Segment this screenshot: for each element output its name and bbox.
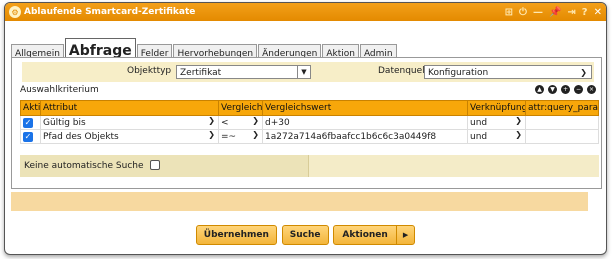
col-aktiv[interactable]: Aktiv: [20, 100, 41, 116]
chevron-right-icon[interactable]: ▶: [395, 226, 414, 244]
verknuepfung-value: und: [470, 117, 488, 128]
window-title: Ablaufende Smartcard-Zertifikate: [24, 7, 196, 17]
attribut-value: Pfad des Objekts: [43, 131, 119, 142]
verknuepfung-value: und: [470, 131, 488, 142]
attribut-select[interactable]: Gültig bis ❯: [40, 115, 219, 130]
aktionen-label: Aktionen: [342, 230, 388, 240]
criteria-header: Auswahlkriterium ▲ ▼ + − ×: [20, 85, 598, 97]
col-attribut[interactable]: Attribut: [40, 100, 219, 116]
remove-icon[interactable]: −: [574, 85, 583, 94]
status-bar: [11, 192, 588, 211]
options-row: Keine automatische Suche: [20, 155, 599, 177]
chevron-down-icon: ❯: [208, 130, 215, 140]
query-param-input[interactable]: [525, 129, 599, 144]
checkmark-icon: ✓: [23, 131, 33, 142]
table-header-row: Aktiv Attribut Vergleich Vergleichswert …: [20, 100, 599, 116]
vergleich-value: =~: [221, 131, 237, 142]
power-icon[interactable]: ⏻: [519, 7, 527, 18]
criteria-title: Auswahlkriterium: [20, 85, 99, 95]
chevron-down-icon: ❯: [515, 130, 522, 140]
minimize-icon[interactable]: —: [533, 7, 543, 18]
objekttyp-select[interactable]: Zertifikat ▼: [176, 65, 311, 79]
verknuepfung-select[interactable]: und ❯: [467, 129, 526, 144]
checkmark-icon: ✓: [23, 117, 33, 128]
no-auto-search-label: Keine automatische Suche: [24, 161, 144, 171]
col-verknuepfung[interactable]: Verknüpfung: [467, 100, 526, 116]
col-query-param[interactable]: attr:query_param: [525, 100, 599, 116]
chevron-down-icon: ❯: [252, 130, 259, 140]
add-icon[interactable]: +: [561, 85, 570, 94]
query-panel: Objekttyp Zertifikat ▼ Datenquelle Konfi…: [11, 57, 602, 189]
chevron-down-icon: ❯: [208, 116, 215, 126]
attribut-value: Gültig bis: [43, 117, 86, 128]
uebernehmen-button[interactable]: Übernehmen: [195, 225, 277, 245]
title-bar[interactable]: ⚙ Ablaufende Smartcard-Zertifikate ⊞ ⏻ —…: [5, 3, 606, 21]
app-icon: ⚙: [9, 6, 21, 18]
vergleich-select[interactable]: < ❯: [218, 115, 263, 130]
datenquelle-value: Konfiguration: [428, 68, 489, 78]
move-down-icon[interactable]: ▼: [548, 85, 557, 94]
table-row: ✓ Gültig bis ❯ < ❯ d+30 und ❯: [20, 115, 599, 130]
dialog-window: ⚙ Ablaufende Smartcard-Zertifikate ⊞ ⏻ —…: [4, 2, 607, 255]
attribut-select[interactable]: Pfad des Objekts ❯: [40, 129, 219, 144]
help-icon[interactable]: ?: [582, 7, 588, 18]
button-bar: Übernehmen Suche Aktionen ▶: [5, 225, 606, 245]
chevron-down-icon: ▼: [297, 66, 310, 78]
close-icon[interactable]: ✕: [594, 7, 602, 18]
chevron-down-icon: ❯: [252, 116, 259, 126]
query-param-input[interactable]: [525, 115, 599, 130]
no-auto-search-checkbox[interactable]: [150, 160, 160, 170]
verknuepfung-select[interactable]: und ❯: [467, 115, 526, 130]
move-up-icon[interactable]: ▲: [535, 85, 544, 94]
criteria-toolbar: ▲ ▼ + − ×: [531, 85, 596, 94]
detach-icon[interactable]: ⇥: [567, 7, 575, 18]
criteria-table: Aktiv Attribut Vergleich Vergleichswert …: [20, 100, 599, 144]
datenquelle-select[interactable]: Konfiguration ❯: [424, 65, 592, 79]
active-checkbox[interactable]: ✓: [20, 129, 41, 144]
delete-icon[interactable]: ×: [587, 85, 596, 94]
objekttyp-value: Zertifikat: [180, 68, 222, 78]
vergleich-select[interactable]: =~ ❯: [218, 129, 263, 144]
chevron-down-icon: ❯: [515, 116, 522, 126]
vergleichswert-input[interactable]: d+30: [262, 115, 468, 130]
col-vergleich[interactable]: Vergleich: [218, 100, 263, 116]
source-row: Objekttyp Zertifikat ▼ Datenquelle Konfi…: [22, 62, 594, 82]
table-row: ✓ Pfad des Objekts ❯ =~ ❯ 1a272a714a6fbaaf…: [20, 129, 599, 144]
options-row-right: [308, 155, 599, 177]
chevron-down-icon: ❯: [580, 68, 587, 77]
vergleich-value: <: [221, 117, 229, 128]
objekttyp-label: Objekttyp: [127, 66, 172, 76]
vergleichswert-input[interactable]: 1a272a714a6fbaafcc1b6c6c3a0449f8: [262, 129, 468, 144]
col-vergleichswert[interactable]: Vergleichswert: [262, 100, 468, 116]
maximize-icon[interactable]: ⊞: [505, 7, 513, 18]
aktionen-button[interactable]: Aktionen ▶: [333, 225, 416, 245]
active-checkbox[interactable]: ✓: [20, 115, 41, 130]
suche-button[interactable]: Suche: [281, 225, 329, 245]
pin-icon[interactable]: 📌: [549, 7, 561, 18]
